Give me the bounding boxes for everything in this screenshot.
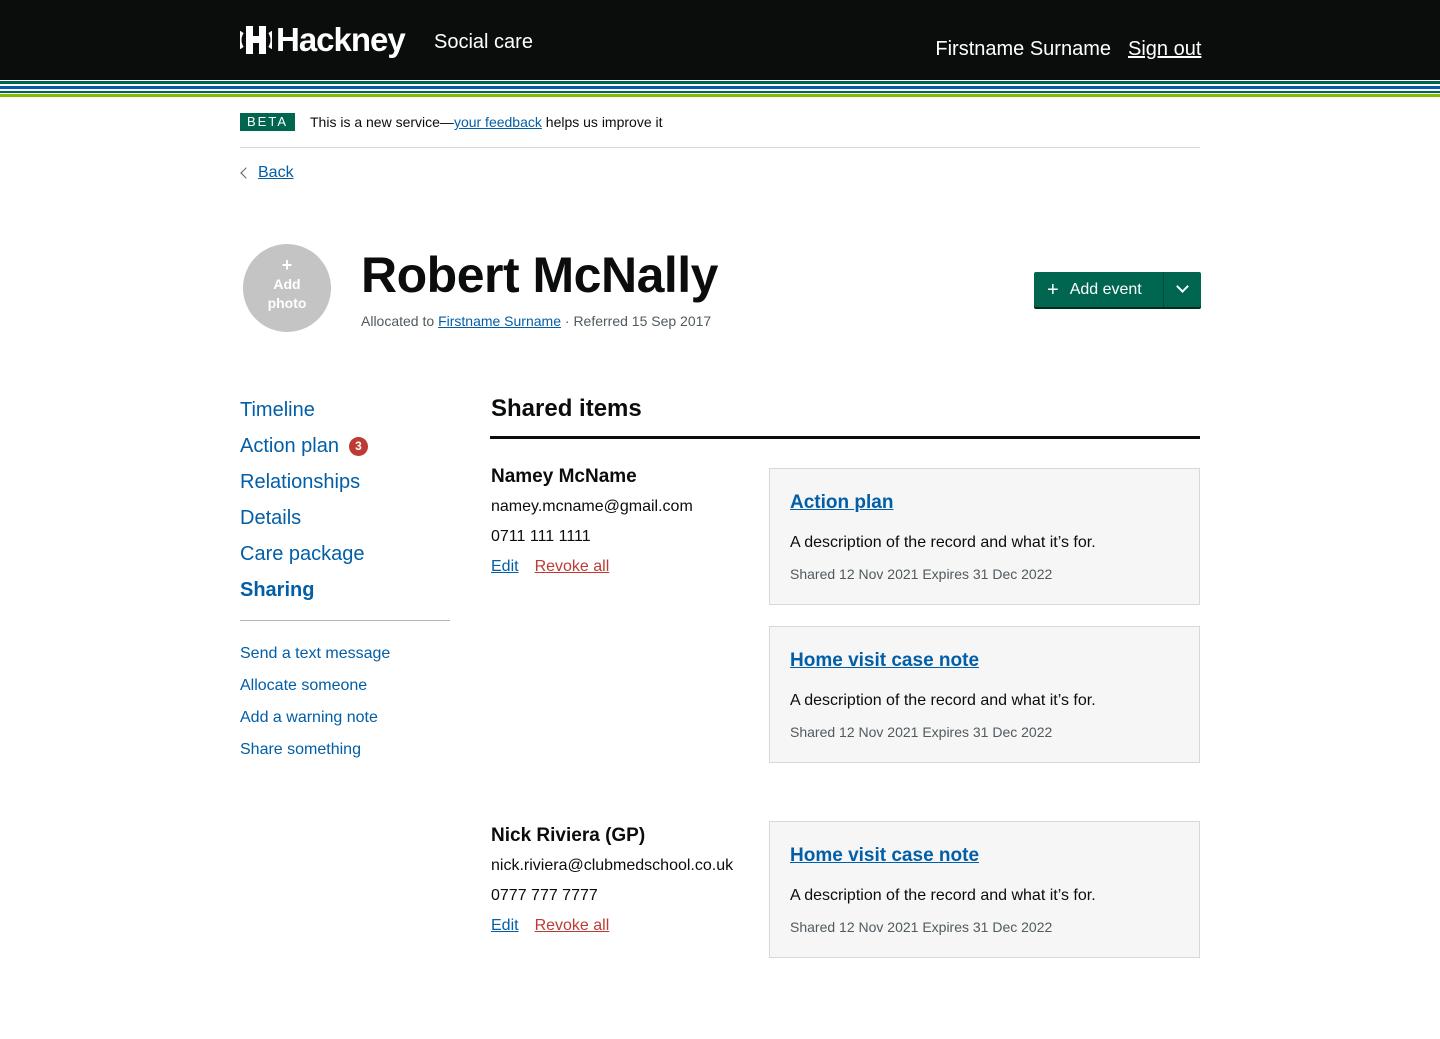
- share-something-link[interactable]: Share something: [240, 738, 390, 770]
- section-divider: [490, 436, 1200, 439]
- add-photo-button[interactable]: + Add photo: [243, 244, 331, 332]
- hackney-logo-icon: [240, 26, 272, 54]
- nav-item-label: Timeline: [240, 398, 315, 421]
- nav-item-label: Relationships: [240, 470, 361, 493]
- add-event-button[interactable]: + Add event: [1034, 272, 1163, 307]
- service-name: Social care: [434, 31, 533, 53]
- back-link[interactable]: Back: [240, 163, 294, 183]
- shared-item-title-link[interactable]: Action plan: [790, 491, 893, 515]
- nav-item-care-package[interactable]: Care package: [240, 536, 450, 572]
- plus-icon: +: [281, 255, 293, 275]
- meta-prefix: Allocated to: [361, 313, 439, 329]
- phase-text-before: This is a new service—: [310, 114, 454, 130]
- add-event-label: Add event: [1069, 280, 1142, 298]
- nav-item-timeline[interactable]: Timeline: [240, 392, 450, 428]
- shared-item-card: Home visit case note A description of th…: [769, 626, 1200, 763]
- contact-email: nick.riviera@clubmedschool.co.uk: [491, 857, 734, 874]
- add-warning-note-link[interactable]: Add a warning note: [240, 706, 390, 738]
- nav-item-label: Sharing: [240, 578, 315, 601]
- header-stripes: [0, 80, 1440, 97]
- chevron-left-icon: [240, 167, 252, 179]
- allocate-someone-link[interactable]: Allocate someone: [240, 674, 390, 706]
- revoke-all-link[interactable]: Revoke all: [535, 557, 610, 577]
- stripe-blue: [0, 86, 1440, 89]
- revoke-all-link[interactable]: Revoke all: [535, 916, 610, 936]
- side-navigation: Timeline Action plan 3 Relationships Deta…: [240, 392, 450, 608]
- hackney-logo[interactable]: Hackney: [240, 21, 406, 58]
- add-event-dropdown-toggle[interactable]: [1163, 272, 1201, 307]
- nav-item-label: Action plan: [240, 434, 339, 457]
- add-photo-label: Add photo: [267, 276, 307, 311]
- beta-tag: BETA: [240, 113, 295, 131]
- contact-phone: 0711 111 1111: [491, 528, 591, 545]
- nav-item-label: Details: [240, 506, 302, 529]
- person-meta: Allocated to Firstname Surname · Referre…: [361, 312, 711, 330]
- meta-suffix: · Referred 15 Sep 2017: [561, 313, 712, 329]
- nav-item-label: Care package: [240, 542, 365, 565]
- site-header: Hackney Social care Firstname Surname Si…: [0, 0, 1440, 80]
- shared-item-description: A description of the record and what it’…: [790, 534, 1096, 551]
- shared-item-meta: Shared 12 Nov 2021 Expires 31 Dec 2022: [790, 724, 1053, 740]
- contact-phone: 0777 777 7777: [491, 887, 598, 904]
- plus-icon: +: [1047, 278, 1059, 301]
- stripe-dark-green: [0, 91, 1440, 93]
- allocated-worker-link[interactable]: Firstname Surname: [438, 313, 561, 329]
- chevron-down-icon: [1176, 280, 1189, 293]
- nav-item-action-plan[interactable]: Action plan 3: [240, 428, 450, 464]
- sign-out-link[interactable]: Sign out: [1128, 37, 1201, 61]
- shared-item-description: A description of the record and what it’…: [790, 887, 1096, 904]
- contact-name: Nick Riviera (GP): [491, 825, 646, 846]
- shared-item-title-link[interactable]: Home visit case note: [790, 844, 979, 868]
- send-text-message-link[interactable]: Send a text message: [240, 642, 390, 674]
- edit-link[interactable]: Edit: [491, 557, 519, 577]
- stripe-green: [0, 81, 1440, 84]
- feedback-link[interactable]: your feedback: [454, 114, 542, 130]
- page-title: Robert McNally: [361, 247, 718, 303]
- back-link-label: Back: [258, 164, 294, 181]
- nav-item-details[interactable]: Details: [240, 500, 450, 536]
- shared-item-meta: Shared 12 Nov 2021 Expires 31 Dec 2022: [790, 566, 1053, 582]
- shared-item-card: Action plan A description of the record …: [769, 468, 1200, 605]
- add-event-split-button: + Add event: [1034, 272, 1201, 307]
- nav-item-sharing[interactable]: Sharing: [240, 572, 450, 608]
- user-name: Firstname Surname: [935, 38, 1111, 60]
- contact-name: Namey McName: [491, 466, 637, 487]
- edit-link[interactable]: Edit: [491, 916, 519, 936]
- contact-actions: Edit Revoke all: [491, 557, 609, 577]
- shared-item-title-link[interactable]: Home visit case note: [790, 649, 979, 673]
- logo-wordmark: Hackney: [276, 21, 406, 58]
- phase-banner: BETA This is a new service—your feedback…: [240, 112, 1200, 148]
- contact-email: namey.mcname@gmail.com: [491, 498, 693, 515]
- phase-text-after: helps us improve it: [541, 114, 663, 130]
- nav-item-relationships[interactable]: Relationships: [240, 464, 450, 500]
- section-title: Shared items: [491, 395, 642, 422]
- shared-item-card: Home visit case note A description of th…: [769, 821, 1200, 958]
- quick-actions: Send a text message Allocate someone Add…: [240, 642, 390, 770]
- stripe-light-green: [0, 94, 1440, 97]
- nav-divider: [240, 620, 450, 621]
- count-badge: 3: [348, 436, 368, 456]
- contact-actions: Edit Revoke all: [491, 916, 609, 936]
- shared-item-description: A description of the record and what it’…: [790, 692, 1096, 709]
- shared-item-meta: Shared 12 Nov 2021 Expires 31 Dec 2022: [790, 919, 1053, 935]
- phase-banner-text: This is a new service—your feedback help…: [310, 113, 663, 131]
